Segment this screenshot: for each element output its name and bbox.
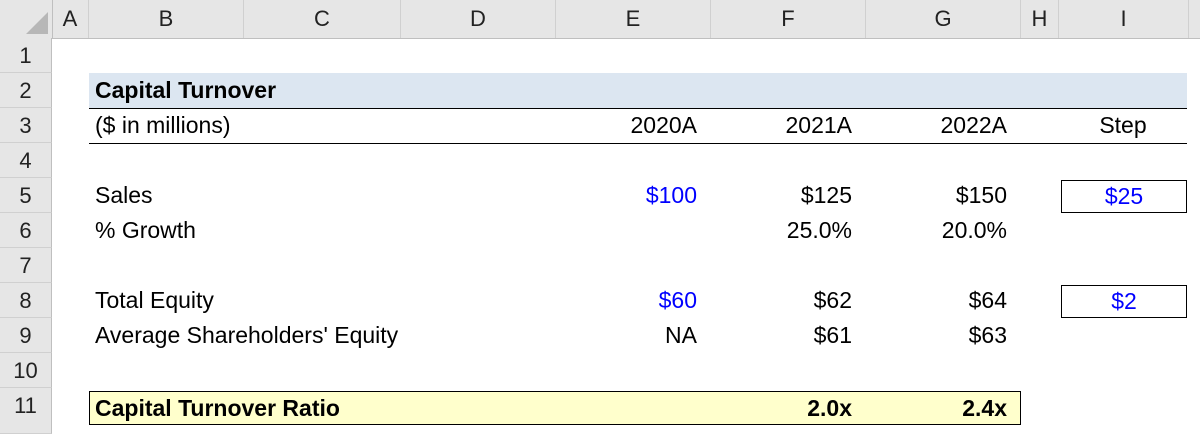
year-header-2020a[interactable]: 2020A xyxy=(556,108,697,143)
select-all-triangle-icon xyxy=(26,12,48,34)
row-header-3[interactable]: 3 xyxy=(0,108,52,143)
growth-2022a[interactable]: 20.0% xyxy=(866,213,1007,248)
column-header-h[interactable]: H xyxy=(1021,0,1059,38)
growth-2021a[interactable]: 25.0% xyxy=(711,213,852,248)
row-header-10[interactable]: 10 xyxy=(0,353,52,388)
ratio-label[interactable]: Capital Turnover Ratio xyxy=(95,391,495,426)
select-all-button[interactable] xyxy=(0,0,53,38)
column-header-e[interactable]: E xyxy=(556,0,711,38)
growth-label[interactable]: % Growth xyxy=(95,213,395,248)
row-header-7[interactable]: 7 xyxy=(0,248,52,283)
ratio-2020a[interactable] xyxy=(556,391,697,426)
avg-equity-label[interactable]: Average Shareholders' Equity xyxy=(95,318,515,353)
column-header-g[interactable]: G xyxy=(866,0,1021,38)
spreadsheet-grid: A B C D E F G H I 1 2 3 4 5 6 7 8 9 10 1… xyxy=(0,0,1200,434)
avg-equity-2022a[interactable]: $63 xyxy=(866,318,1007,353)
column-header-b[interactable]: B xyxy=(89,0,244,38)
ratio-2022a[interactable]: 2.4x xyxy=(866,391,1007,426)
sales-label[interactable]: Sales xyxy=(95,178,395,213)
row-header-4[interactable]: 4 xyxy=(0,143,52,178)
avg-equity-2020a[interactable]: NA xyxy=(556,318,697,353)
column-header-c[interactable]: C xyxy=(244,0,401,38)
sales-2022a[interactable]: $150 xyxy=(866,178,1007,213)
sales-2021a[interactable]: $125 xyxy=(711,178,852,213)
column-header-a[interactable]: A xyxy=(52,0,89,38)
step-header[interactable]: Step xyxy=(1059,108,1187,143)
equity-step-input[interactable]: $2 xyxy=(1061,285,1187,318)
total-equity-2022a[interactable]: $64 xyxy=(866,283,1007,318)
total-equity-2021a[interactable]: $62 xyxy=(711,283,852,318)
sales-step-input[interactable]: $25 xyxy=(1061,180,1187,213)
row-header-5[interactable]: 5 xyxy=(0,178,52,213)
growth-2020a[interactable] xyxy=(556,213,697,248)
year-header-2021a[interactable]: 2021A xyxy=(711,108,852,143)
row-header-9[interactable]: 9 xyxy=(0,318,52,353)
row-header-8[interactable]: 8 xyxy=(0,283,52,318)
sales-2020a[interactable]: $100 xyxy=(556,178,697,213)
total-equity-2020a[interactable]: $60 xyxy=(556,283,697,318)
year-header-2022a[interactable]: 2022A xyxy=(866,108,1007,143)
row-header-2[interactable]: 2 xyxy=(0,73,52,108)
row-header-1[interactable]: 1 xyxy=(0,38,52,73)
avg-equity-2021a[interactable]: $61 xyxy=(711,318,852,353)
header-underline xyxy=(89,143,1187,144)
ratio-2021a[interactable]: 2.0x xyxy=(711,391,852,426)
row-header-11[interactable]: 11 xyxy=(0,388,52,434)
total-equity-label[interactable]: Total Equity xyxy=(95,283,395,318)
row-header-6[interactable]: 6 xyxy=(0,213,52,248)
units-label[interactable]: ($ in millions) xyxy=(95,108,395,143)
column-header-i[interactable]: I xyxy=(1059,0,1189,38)
column-header-f[interactable]: F xyxy=(711,0,866,38)
column-header-bar: A B C D E F G H I xyxy=(0,0,1200,39)
column-header-d[interactable]: D xyxy=(401,0,556,38)
model-title[interactable]: Capital Turnover xyxy=(95,73,495,108)
